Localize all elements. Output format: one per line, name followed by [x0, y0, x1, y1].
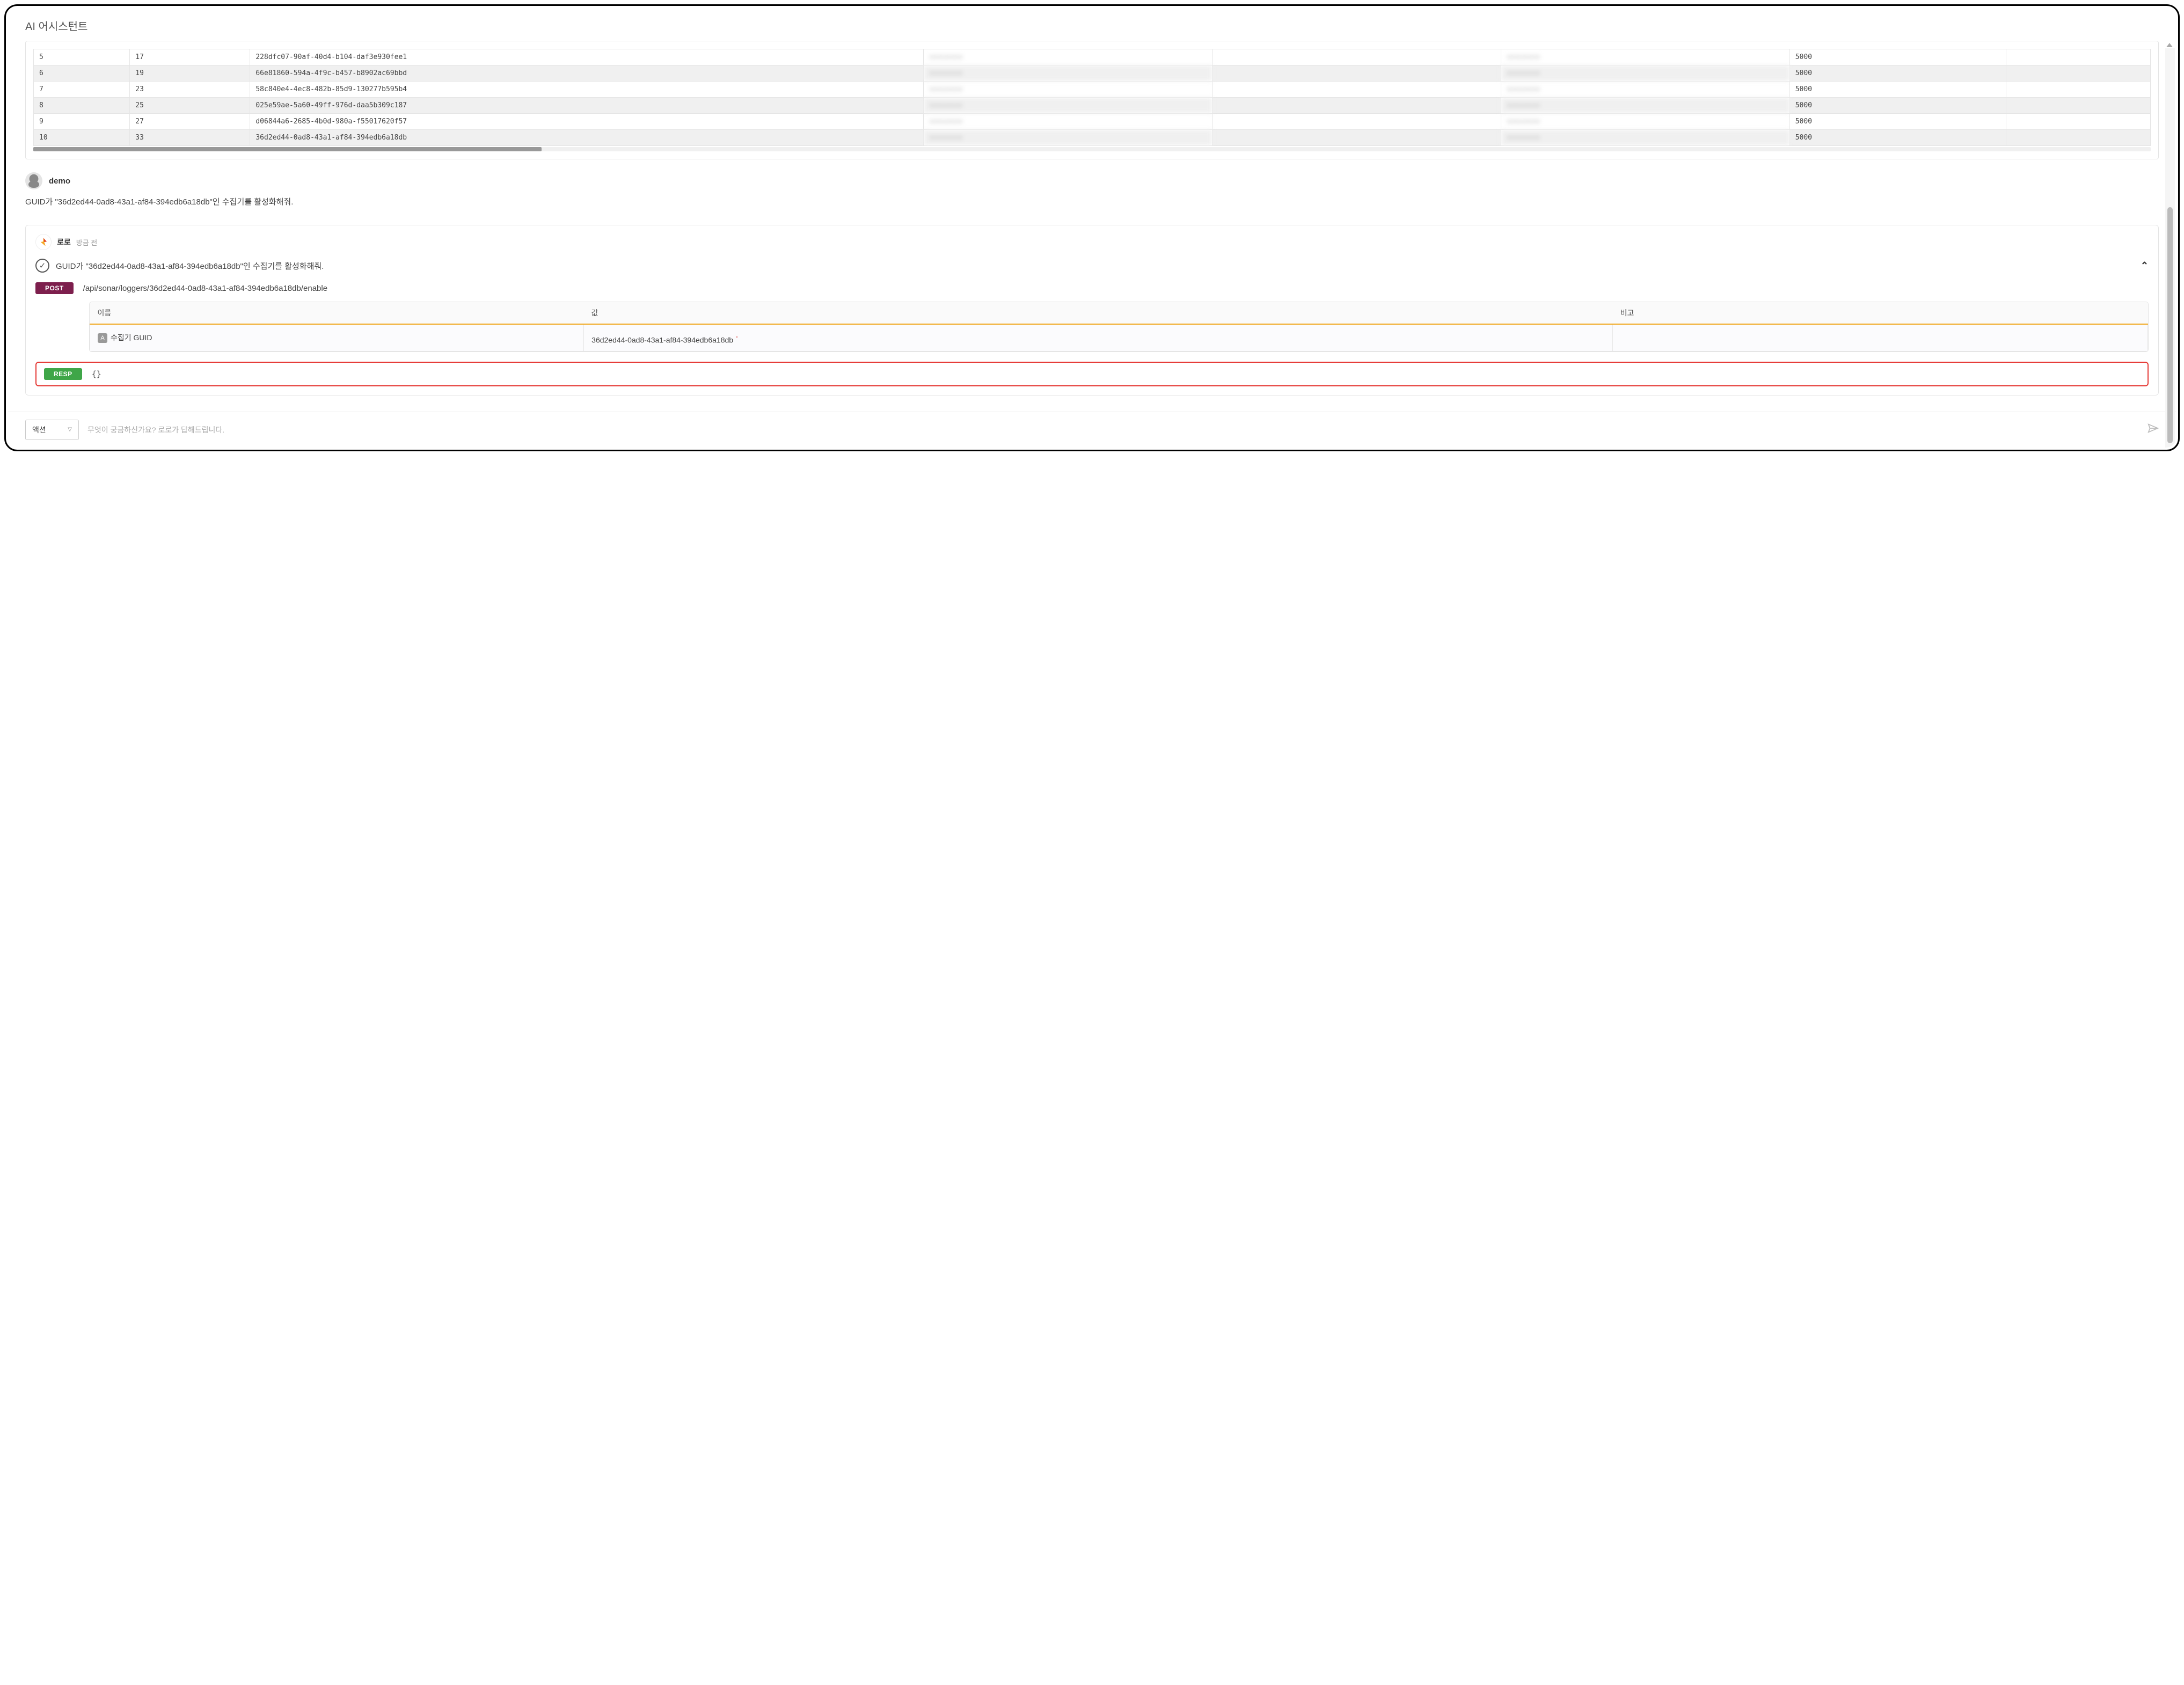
task-text: GUID가 "36d2ed44-0ad8-43a1-af84-394edb6a1… — [56, 260, 324, 272]
task-header[interactable]: ✓ GUID가 "36d2ed44-0ad8-43a1-af84-394edb6… — [35, 259, 2149, 273]
table-row[interactable]: 61966e81860-594a-4f9c-b457-b8902ac69bbdx… — [34, 65, 2151, 82]
bot-name: 로로 — [57, 237, 71, 247]
response-block: RESP {} — [35, 362, 2149, 386]
table-row[interactable]: 825025e59ae-5a60-49ff-976d-daa5b309c187x… — [34, 98, 2151, 114]
params-table: 이름 값 비고 A수집기 GUID 36d2ed44-0ad8-43a1-af8… — [89, 302, 2149, 352]
response-body: {} — [92, 369, 101, 379]
table-row[interactable]: 103336d2ed44-0ad8-43a1-af84-394edb6a18db… — [34, 130, 2151, 146]
response-badge: RESP — [44, 368, 82, 380]
param-row-value: 36d2ed44-0ad8-43a1-af84-394edb6a18db · — [584, 324, 1613, 351]
table-row[interactable]: 517228dfc07-90af-40d4-b104-daf3e930fee1x… — [34, 49, 2151, 65]
bot-avatar-icon — [35, 234, 52, 250]
col-value: 값 — [584, 302, 1613, 324]
param-row-note — [1613, 324, 2148, 351]
user-message-text: GUID가 "36d2ed44-0ad8-43a1-af84-394edb6a1… — [25, 196, 2159, 209]
user-message-block: demo GUID가 "36d2ed44-0ad8-43a1-af84-394e… — [25, 170, 2159, 216]
action-select-label: 액션 — [32, 424, 46, 435]
page-title: AI 어시스턴트 — [8, 8, 2176, 41]
chevron-down-icon: ▽ — [68, 427, 72, 433]
method-badge: POST — [35, 282, 74, 294]
results-table-card: 517228dfc07-90af-40d4-b104-daf3e930fee1x… — [25, 41, 2159, 159]
table-row[interactable]: 72358c840e4-4ec8-482b-85d9-130277b595b4x… — [34, 82, 2151, 98]
table-row[interactable]: 927d06844a6-2685-4b0d-980a-f55017620f57x… — [34, 114, 2151, 130]
message-input[interactable]: 무엇이 궁금하신가요? 로로가 답해드립니다. — [85, 420, 2141, 439]
request-block: POST /api/sonar/loggers/36d2ed44-0ad8-43… — [35, 282, 2149, 352]
action-select[interactable]: 액션 ▽ — [25, 420, 79, 440]
bot-response-block: 로로 방금 전 ✓ GUID가 "36d2ed44-0ad8-43a1-af84… — [25, 225, 2159, 395]
col-note: 비고 — [1613, 302, 2148, 324]
bot-timestamp: 방금 전 — [76, 237, 98, 247]
user-name: demo — [49, 177, 70, 186]
user-avatar-icon — [25, 172, 42, 189]
check-circle-icon: ✓ — [35, 259, 49, 273]
param-row-name: A수집기 GUID — [90, 324, 584, 351]
results-table: 517228dfc07-90af-40d4-b104-daf3e930fee1x… — [33, 49, 2151, 146]
api-path: /api/sonar/loggers/36d2ed44-0ad8-43a1-af… — [83, 284, 327, 293]
scrollbar-thumb[interactable] — [2167, 207, 2173, 443]
input-footer: 액션 ▽ 무엇이 궁금하신가요? 로로가 답해드립니다. — [8, 412, 2176, 448]
chevron-up-icon[interactable]: ⌃ — [2141, 260, 2149, 272]
col-name: 이름 — [90, 302, 584, 324]
send-icon[interactable] — [2147, 422, 2159, 437]
scroll-up-icon[interactable] — [2166, 43, 2173, 47]
horizontal-scrollbar[interactable] — [33, 147, 2151, 151]
